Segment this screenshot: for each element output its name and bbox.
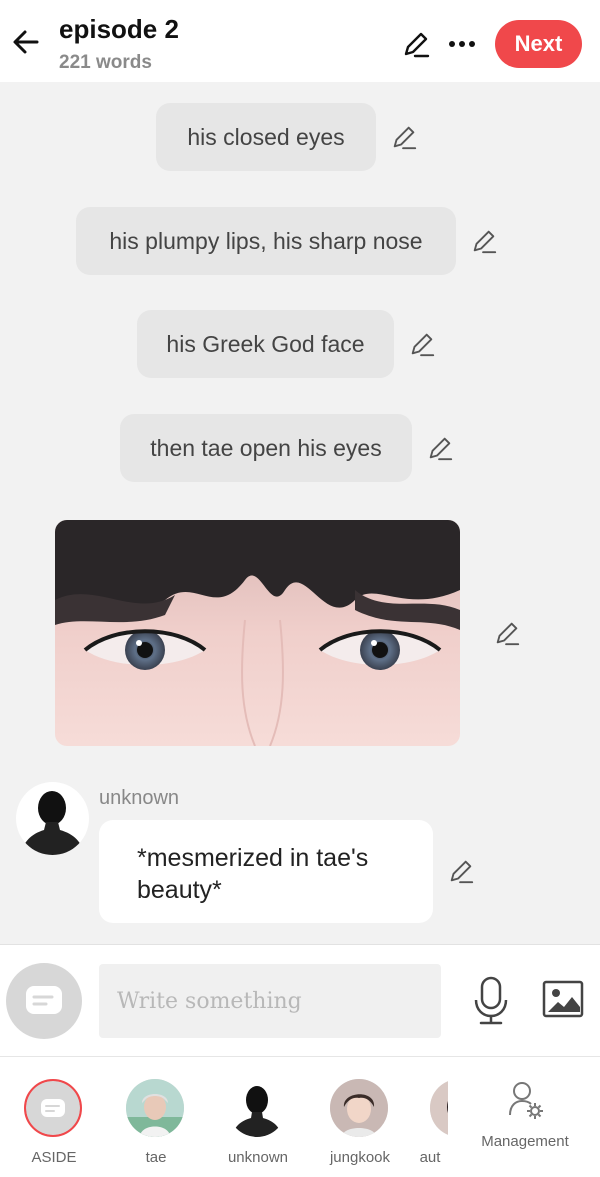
- story-content[interactable]: his closed eyes his plumpy lips, his sha…: [0, 82, 600, 944]
- edit-aside-button[interactable]: [407, 329, 437, 359]
- edit-message-button[interactable]: [446, 856, 476, 886]
- aside-bubble[interactable]: his plumpy lips, his sharp nose: [76, 207, 456, 275]
- composer-bar: [0, 944, 600, 1056]
- avatar: [430, 1079, 448, 1137]
- aside-mode-button[interactable]: [6, 963, 82, 1039]
- word-count: 221 words: [59, 52, 152, 73]
- episode-title: episode 2: [59, 14, 179, 44]
- more-horizontal-icon: [449, 41, 475, 47]
- image-icon: [542, 980, 584, 1018]
- aside-bubble[interactable]: his Greek God face: [137, 310, 394, 378]
- speech-bubble[interactable]: *mesmerized in tae's beauty*: [99, 820, 433, 923]
- microphone-button[interactable]: [470, 975, 512, 1027]
- next-button[interactable]: Next: [495, 20, 582, 68]
- silhouette-avatar-icon: [21, 791, 84, 855]
- arrow-left-icon: [13, 30, 39, 54]
- aside-bubble[interactable]: his closed eyes: [156, 103, 376, 171]
- character-unknown[interactable]: unknown: [218, 1079, 298, 1169]
- aside-bubble[interactable]: then tae open his eyes: [120, 414, 412, 482]
- edit-title-button[interactable]: [398, 26, 434, 62]
- avatar[interactable]: [16, 782, 89, 855]
- pencil-icon: [393, 126, 417, 150]
- character-aside[interactable]: ASIDE: [14, 1079, 94, 1169]
- avatar: [330, 1079, 388, 1137]
- character-jungkook[interactable]: jungkook: [320, 1079, 400, 1169]
- message-input[interactable]: [99, 964, 441, 1038]
- pencil-icon: [496, 622, 520, 646]
- character-aut[interactable]: aut: [418, 1079, 448, 1169]
- eyes-photo[interactable]: [55, 520, 460, 746]
- more-options-button[interactable]: [444, 26, 480, 62]
- speaker-name: unknown: [99, 787, 180, 809]
- aside-avatar: [24, 1079, 82, 1137]
- chat-bubble-icon: [26, 986, 62, 1014]
- pencil-icon: [411, 333, 435, 357]
- character-tae[interactable]: tae: [116, 1079, 196, 1169]
- character-bar: ASIDE tae unknown jungkook aut Managemen…: [0, 1056, 600, 1177]
- avatar: [126, 1079, 184, 1137]
- pencil-icon: [404, 32, 430, 58]
- avatar: [228, 1079, 286, 1137]
- edit-aside-button[interactable]: [389, 122, 419, 152]
- management-label: Management: [481, 1133, 569, 1150]
- character-label: unknown: [227, 1149, 289, 1166]
- management-button[interactable]: Management: [472, 1081, 578, 1161]
- edit-image-button[interactable]: [492, 618, 522, 648]
- user-settings-icon: [509, 1082, 543, 1119]
- header-bar: episode 2 221 words Next: [0, 0, 600, 82]
- silhouette-avatar-icon: [232, 1086, 282, 1137]
- character-label: aut: [419, 1149, 441, 1166]
- eyes-image: [55, 520, 460, 746]
- edit-aside-button[interactable]: [469, 226, 499, 256]
- image-upload-button[interactable]: [541, 979, 585, 1019]
- pencil-icon: [473, 230, 497, 254]
- pencil-icon: [429, 437, 453, 461]
- pencil-icon: [450, 860, 474, 884]
- edit-aside-button[interactable]: [425, 433, 455, 463]
- character-label: ASIDE: [31, 1149, 77, 1166]
- character-label: tae: [145, 1149, 167, 1166]
- character-label: jungkook: [329, 1149, 391, 1166]
- back-button[interactable]: [8, 24, 44, 60]
- microphone-icon: [474, 976, 508, 1025]
